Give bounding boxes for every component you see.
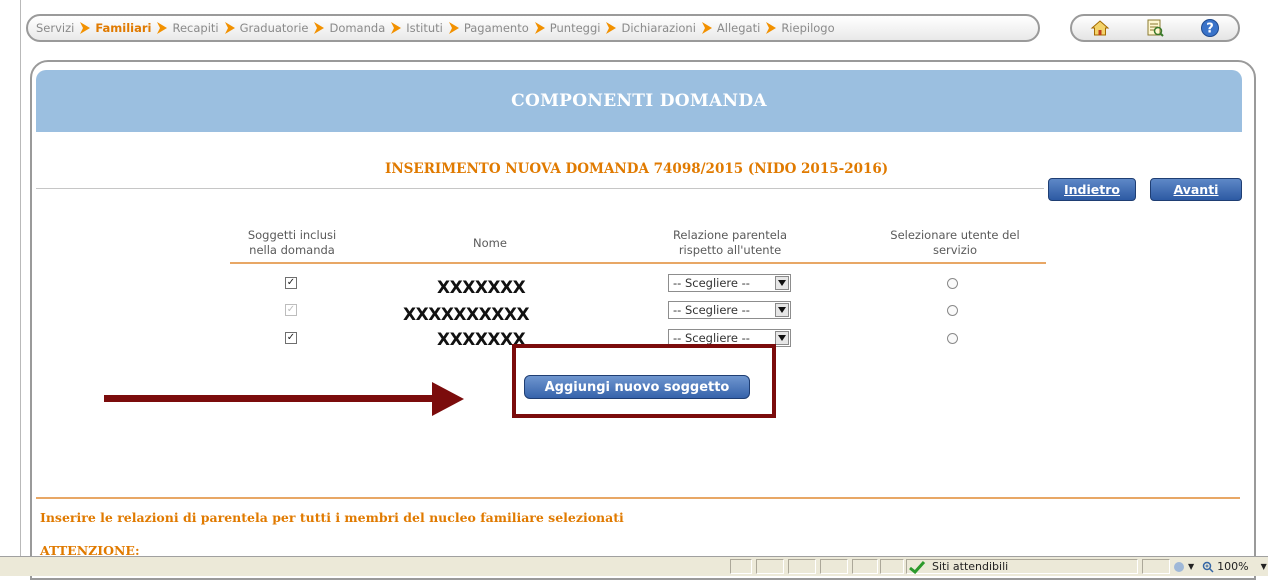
crumb-recapiti[interactable]: Recapiti bbox=[172, 21, 218, 35]
chevron-right-icon bbox=[534, 22, 545, 34]
status-bar: Siti attendibili ▼ 100% ▼ bbox=[0, 556, 1268, 576]
panel-header: COMPONENTI DOMANDA bbox=[36, 70, 1242, 132]
chevron-down-icon: ▼ bbox=[1260, 562, 1267, 571]
window-left-edge bbox=[20, 0, 21, 556]
status-segment bbox=[788, 559, 816, 574]
chevron-right-icon bbox=[314, 22, 325, 34]
crumb-domanda[interactable]: Domanda bbox=[329, 21, 385, 35]
page-title: COMPONENTI DOMANDA bbox=[511, 91, 767, 111]
security-zone-label: Siti attendibili bbox=[932, 560, 1009, 573]
protected-mode-icon bbox=[1174, 561, 1184, 572]
chevron-down-icon bbox=[775, 303, 789, 317]
header-included: Soggetti inclusi nella domanda bbox=[247, 228, 337, 257]
chevron-down-icon bbox=[775, 331, 789, 345]
crumb-graduatorie[interactable]: Graduatorie bbox=[240, 21, 309, 35]
header-service-user: Selezionare utente del servizio bbox=[890, 228, 1020, 257]
subject-name: XXXXXXX bbox=[437, 278, 526, 298]
chevron-right-icon bbox=[766, 22, 777, 34]
annotation-highlight-box bbox=[512, 344, 776, 418]
crumb-punteggi[interactable]: Punteggi bbox=[550, 21, 601, 35]
subject-name: XXXXXXXXXX bbox=[403, 305, 530, 325]
service-user-radio[interactable] bbox=[947, 278, 958, 289]
service-user-radio[interactable] bbox=[947, 305, 958, 316]
status-segment bbox=[852, 559, 878, 574]
crumb-riepilogo[interactable]: Riepilogo bbox=[781, 21, 834, 35]
crumb-familiari[interactable]: Familiari bbox=[95, 21, 151, 35]
crumb-pagamento[interactable]: Pagamento bbox=[464, 21, 529, 35]
chevron-down-icon: ▼ bbox=[1188, 562, 1195, 571]
relation-select-value: -- Scegliere -- bbox=[673, 303, 750, 317]
header-name: Nome bbox=[473, 236, 507, 250]
breadcrumb: Servizi Familiari Recapiti Graduatorie D… bbox=[26, 14, 1040, 42]
crumb-istituti[interactable]: Istituti bbox=[406, 21, 443, 35]
svg-text:?: ? bbox=[1207, 22, 1215, 37]
chevron-right-icon bbox=[224, 22, 235, 34]
info-text: Inserire le relazioni di parentela per t… bbox=[40, 510, 624, 525]
home-icon[interactable] bbox=[1087, 17, 1113, 39]
service-user-radio[interactable] bbox=[947, 333, 958, 344]
document-search-icon[interactable] bbox=[1142, 17, 1168, 39]
include-checkbox[interactable]: ✓ bbox=[285, 332, 297, 344]
chevron-right-icon bbox=[448, 22, 459, 34]
status-segment bbox=[1142, 559, 1170, 574]
status-segment bbox=[730, 559, 752, 574]
relation-select-value: -- Scegliere -- bbox=[673, 331, 750, 345]
main-panel bbox=[30, 60, 1256, 580]
crumb-allegati[interactable]: Allegati bbox=[717, 21, 760, 35]
chevron-right-icon bbox=[391, 22, 402, 34]
divider bbox=[36, 188, 1044, 189]
bottom-divider bbox=[36, 497, 1240, 499]
header-relation: Relazione parentela rispetto all'utente bbox=[672, 228, 788, 257]
crumb-servizi[interactable]: Servizi bbox=[36, 21, 74, 35]
chevron-right-icon bbox=[701, 22, 712, 34]
relation-select[interactable]: -- Scegliere -- bbox=[668, 301, 791, 319]
table-header-divider bbox=[230, 262, 1046, 264]
status-segment bbox=[820, 559, 848, 574]
next-button[interactable]: Avanti bbox=[1150, 178, 1242, 201]
page-subtitle: INSERIMENTO NUOVA DOMANDA 74098/2015 (NI… bbox=[385, 161, 889, 177]
chevron-down-icon bbox=[775, 276, 789, 290]
relation-select-value: -- Scegliere -- bbox=[673, 276, 750, 290]
zoom-control[interactable]: ▼ 100% ▼ bbox=[1172, 558, 1267, 575]
relation-select[interactable]: -- Scegliere -- bbox=[668, 274, 791, 292]
annotation-arrow-icon bbox=[432, 382, 464, 416]
crumb-dichiarazioni[interactable]: Dichiarazioni bbox=[621, 21, 695, 35]
help-icon[interactable]: ? bbox=[1197, 17, 1223, 39]
zoom-icon bbox=[1202, 561, 1214, 573]
top-toolbar: ? bbox=[1070, 14, 1240, 42]
checkmark-icon bbox=[909, 560, 926, 574]
annotation-arrow-shaft bbox=[104, 395, 434, 402]
chevron-right-icon bbox=[157, 22, 168, 34]
zoom-level: 100% bbox=[1217, 560, 1249, 573]
back-button[interactable]: Indietro bbox=[1048, 178, 1136, 201]
security-zone[interactable]: Siti attendibili bbox=[908, 558, 1008, 575]
include-checkbox[interactable]: ✓ bbox=[285, 304, 297, 316]
status-segment bbox=[756, 559, 784, 574]
include-checkbox[interactable]: ✓ bbox=[285, 277, 297, 289]
chevron-right-icon bbox=[606, 22, 617, 34]
chevron-right-icon bbox=[80, 22, 91, 34]
status-segment bbox=[880, 559, 904, 574]
